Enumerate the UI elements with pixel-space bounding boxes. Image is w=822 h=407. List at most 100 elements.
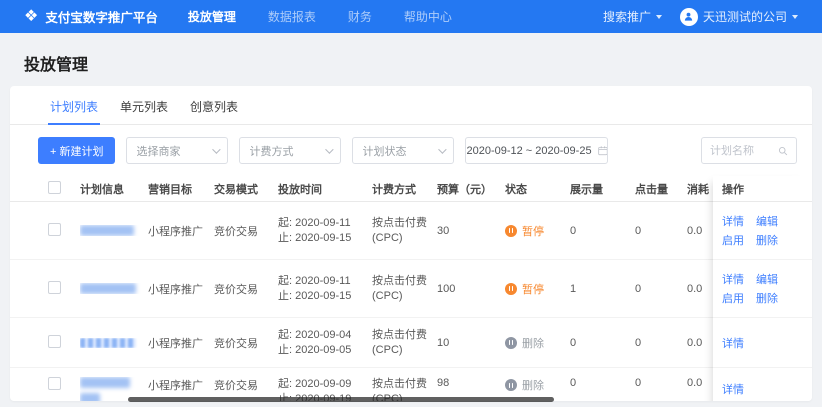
stop-circle-icon [505, 379, 517, 391]
brand-logo-icon: ❖ [24, 7, 39, 25]
row-checkbox[interactable] [48, 280, 61, 294]
tab-bar: 计划列表 单元列表 创意列表 [10, 86, 812, 125]
table-row: 小程序推广 竞价交易 起: 2020-09-11 止: 2020-09-15 按点… [10, 202, 812, 260]
status-cell: 暂停 [505, 281, 570, 297]
plan-info-cell[interactable] [80, 225, 148, 236]
tab-0[interactable]: 计划列表 [48, 96, 101, 125]
plan-info-cell[interactable] [80, 283, 148, 294]
horizontal-scrollbar[interactable] [128, 397, 554, 402]
action-link-编辑[interactable]: 编辑 [756, 271, 778, 287]
new-plan-button[interactable]: + 新建计划 [38, 137, 116, 164]
billing-cell: 按点击付费(CPC) [372, 216, 427, 244]
trade-mode-cell: 竞价交易 [214, 380, 258, 392]
page-title: 投放管理 [24, 57, 89, 74]
clicks-cell: 0 [635, 336, 642, 349]
nav-item-2[interactable]: 财务 [348, 8, 372, 25]
impressions-cell: 1 [570, 282, 577, 295]
col-header-0: 计划信息 [80, 183, 124, 196]
schedule-cell: 起: 2020-09-04 止: 2020-09-05 [278, 328, 352, 356]
redacted-plan-name [80, 337, 136, 348]
action-link-编辑[interactable]: 编辑 [756, 213, 778, 229]
plan-name-search [701, 137, 797, 164]
col-header-5: 预算（元） [437, 183, 492, 196]
col-header-actions: 操作 [713, 176, 812, 202]
calendar-icon [597, 146, 608, 156]
account-name: 天迅测试的公司 [702, 10, 787, 24]
row-checkbox[interactable] [48, 334, 61, 348]
chevron-down-icon [655, 14, 662, 19]
status-cell: 删除 [505, 335, 570, 351]
tab-1[interactable]: 单元列表 [118, 96, 170, 124]
account-menu[interactable]: 天迅测试的公司 [679, 7, 798, 26]
col-header-8: 点击量 [635, 183, 668, 196]
select-all-checkbox[interactable] [48, 180, 61, 194]
chevron-down-icon [212, 144, 222, 154]
marketing-goal-cell: 小程序推广 [148, 225, 203, 238]
clicks-cell: 0 [635, 282, 642, 295]
search-promotion-menu[interactable]: 搜索推广 [603, 8, 662, 25]
nav-menu: 投放管理 数据报表 财务 帮助中心 [188, 8, 452, 25]
actions-cell: 详情 [713, 368, 812, 401]
budget-cell: 30 [437, 224, 450, 237]
action-link-删除[interactable]: 删除 [756, 232, 778, 248]
marketing-goal-cell: 小程序推广 [148, 380, 203, 392]
table-row: 小程序推广 竞价交易 起: 2020-09-11 止: 2020-09-15 按点… [10, 260, 812, 318]
clicks-cell: 0 [635, 224, 642, 237]
action-link-启用[interactable]: 启用 [722, 290, 744, 306]
nav-item-3[interactable]: 帮助中心 [404, 8, 452, 25]
pause-circle-icon [505, 282, 517, 295]
col-header-7: 展示量 [570, 183, 603, 196]
actions-cell: 详情 [713, 318, 812, 368]
chevron-down-icon [325, 144, 335, 154]
col-header-3: 投放时间 [278, 183, 322, 196]
schedule-cell: 起: 2020-09-11 止: 2020-09-15 [278, 274, 352, 302]
chevron-down-icon [438, 144, 448, 154]
action-link-详情[interactable]: 详情 [722, 335, 744, 351]
col-header-6: 状态 [505, 183, 527, 196]
status-text: 暂停 [522, 225, 544, 238]
billing-cell: 按点击付费(CPC) [372, 274, 427, 302]
toolbar: + 新建计划 选择商家 计费方式 计划状态 2020-09-12 ~ 2020-… [38, 137, 797, 164]
row-checkbox[interactable] [48, 222, 61, 236]
pause-circle-icon [505, 224, 517, 237]
filter-select-2[interactable]: 计划状态 [352, 137, 455, 164]
col-header-2: 交易模式 [214, 183, 258, 196]
date-range-value: 2020-09-12 ~ 2020-09-25 [466, 144, 592, 157]
action-link-详情[interactable]: 详情 [722, 213, 744, 229]
table-header: 计划信息 营销目标 交易模式 投放时间 计费方式 预算（元） 状态 展示量 点击量 消耗 [10, 176, 812, 202]
search-promotion-label: 搜索推广 [602, 10, 651, 24]
impressions-cell: 0 [570, 377, 577, 389]
status-cell: 暂停 [505, 223, 570, 239]
clicks-cell: 0 [635, 377, 642, 389]
search-icon[interactable] [778, 145, 788, 157]
date-range-picker[interactable]: 2020-09-12 ~ 2020-09-25 [465, 137, 609, 164]
row-checkbox[interactable] [48, 377, 61, 390]
impressions-cell: 0 [570, 224, 577, 237]
filter-placeholder: 选择商家 [136, 145, 181, 158]
filter-placeholder: 计划状态 [362, 145, 407, 158]
action-link-详情[interactable]: 详情 [722, 271, 744, 287]
tab-2[interactable]: 创意列表 [188, 96, 240, 124]
search-input[interactable] [710, 144, 775, 157]
chevron-down-icon [792, 14, 798, 19]
redacted-plan-name [80, 377, 130, 388]
stop-circle-icon [505, 336, 517, 349]
budget-cell: 10 [437, 336, 450, 349]
brand[interactable]: ❖ 支付宝数字推广平台 [24, 7, 158, 26]
action-link-详情[interactable]: 详情 [722, 381, 744, 397]
nav-item-1[interactable]: 数据报表 [268, 8, 316, 25]
nav-item-0[interactable]: 投放管理 [188, 8, 236, 25]
status-text: 删除 [522, 380, 544, 392]
brand-name: 支付宝数字推广平台 [45, 11, 158, 25]
impressions-cell: 0 [570, 336, 577, 349]
action-link-启用[interactable]: 启用 [722, 232, 744, 248]
action-link-删除[interactable]: 删除 [756, 290, 778, 306]
plan-info-cell[interactable] [80, 337, 148, 348]
trade-mode-cell: 竞价交易 [214, 337, 258, 350]
table-body: 小程序推广 竞价交易 起: 2020-09-11 止: 2020-09-15 按点… [10, 202, 812, 401]
filter-select-1[interactable]: 计费方式 [239, 137, 342, 164]
marketing-goal-cell: 小程序推广 [148, 337, 203, 350]
trade-mode-cell: 竞价交易 [214, 225, 258, 238]
marketing-goal-cell: 小程序推广 [148, 283, 203, 296]
filter-select-0[interactable]: 选择商家 [126, 137, 229, 164]
